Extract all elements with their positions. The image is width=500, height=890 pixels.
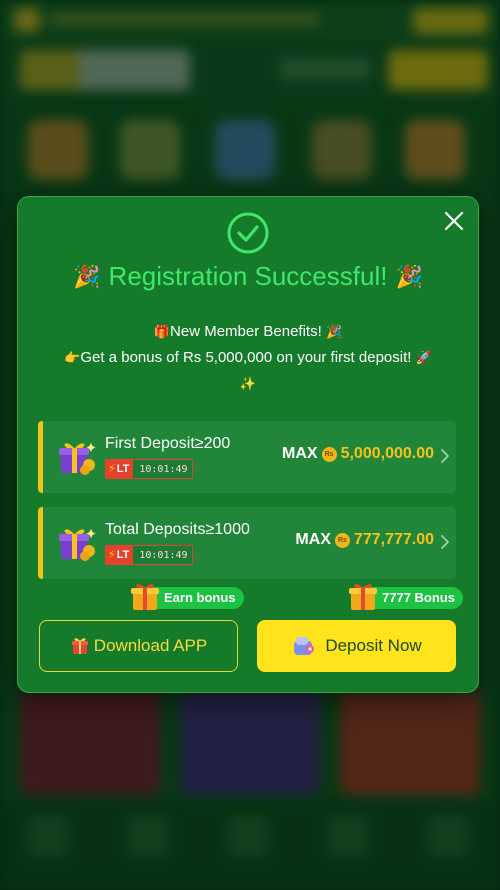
rocket-icon: 🚀 (415, 350, 432, 365)
benefits-offer: Get a bonus of Rs 5,000,000 on your firs… (80, 349, 412, 366)
deposit-now-label: Deposit Now (325, 636, 422, 655)
max-bonus: MAX Rs 5,000,000.00 (282, 445, 434, 463)
max-bonus: MAX Rs 777,777.00 (295, 531, 434, 549)
wallet-icon (294, 637, 315, 655)
lt-label: ⚡ LT (106, 546, 134, 564)
pointing-hand-icon: 👉 (64, 350, 81, 365)
gift-box-icon (131, 584, 159, 610)
party-popper-icon: 🎉 (325, 324, 343, 339)
max-amount: 777,777.00 (353, 531, 434, 548)
max-label: MAX (295, 531, 331, 548)
first-deposit-offer[interactable]: First Deposit≥200 ⚡ LT 10:01:49 MAX Rs 5,… (38, 421, 456, 493)
gift-icon (71, 638, 88, 654)
total-deposits-offer[interactable]: Total Deposits≥1000 ⚡ LT 10:01:49 MAX Rs … (38, 507, 456, 579)
tier-name: Total Deposits≥1000 (105, 521, 250, 538)
lt-label: ⚡ LT (106, 460, 134, 478)
lightning-icon: ⚡ (108, 549, 116, 561)
limited-time-badge: ⚡ LT 10:01:49 (105, 459, 193, 479)
gift-icon: 🎁 (153, 324, 171, 339)
title-text: Registration Successful! (108, 261, 388, 291)
lt-text: LT (116, 549, 130, 561)
max-label: MAX (282, 445, 318, 462)
bonus-7777-tag: 7777 Bonus (349, 584, 463, 610)
tier-name: First Deposit≥200 (105, 435, 231, 452)
rupee-coin-icon: Rs (334, 532, 350, 548)
sparkles-icon: ✨ (239, 376, 257, 391)
deposit-now-button[interactable]: Deposit Now (257, 620, 456, 672)
close-icon[interactable] (442, 209, 466, 233)
limited-time-badge: ⚡ LT 10:01:49 (105, 545, 193, 565)
download-app-label: Download APP (93, 636, 208, 655)
chevron-right-icon (441, 535, 449, 549)
check-circle-icon (226, 211, 270, 255)
rupee-coin-icon: Rs (321, 446, 337, 462)
party-popper-icon: 🎉 (395, 264, 423, 289)
countdown-timer: 10:01:49 (139, 549, 188, 561)
lt-text: LT (116, 463, 130, 475)
earn-bonus-tag: Earn bonus (131, 584, 244, 610)
benefits-text: 🎁New Member Benefits! 🎉 👉Get a bonus of … (18, 319, 478, 397)
registration-success-modal: 🎉 Registration Successful! 🎉 🎁New Member B… (17, 196, 479, 693)
modal-title: 🎉 Registration Successful! 🎉 (18, 261, 478, 292)
gift-box-icon (55, 437, 97, 477)
countdown-timer: 10:01:49 (139, 463, 188, 475)
gift-box-icon (55, 523, 97, 563)
max-amount: 5,000,000.00 (340, 445, 434, 462)
download-app-button[interactable]: Download APP (39, 620, 238, 672)
benefits-line-1: 🎁New Member Benefits! 🎉 (18, 319, 478, 345)
earn-bonus-label: Earn bonus (164, 590, 236, 605)
gift-box-icon (349, 584, 377, 610)
benefits-heading: New Member Benefits! (170, 323, 322, 340)
benefits-line-2: 👉Get a bonus of Rs 5,000,000 on your fir… (18, 345, 478, 371)
party-popper-icon: 🎉 (73, 264, 101, 289)
benefits-line-3: ✨ (18, 371, 478, 397)
lightning-icon: ⚡ (108, 463, 116, 475)
bonus-7777-label: 7777 Bonus (382, 590, 455, 605)
chevron-right-icon (441, 449, 449, 463)
